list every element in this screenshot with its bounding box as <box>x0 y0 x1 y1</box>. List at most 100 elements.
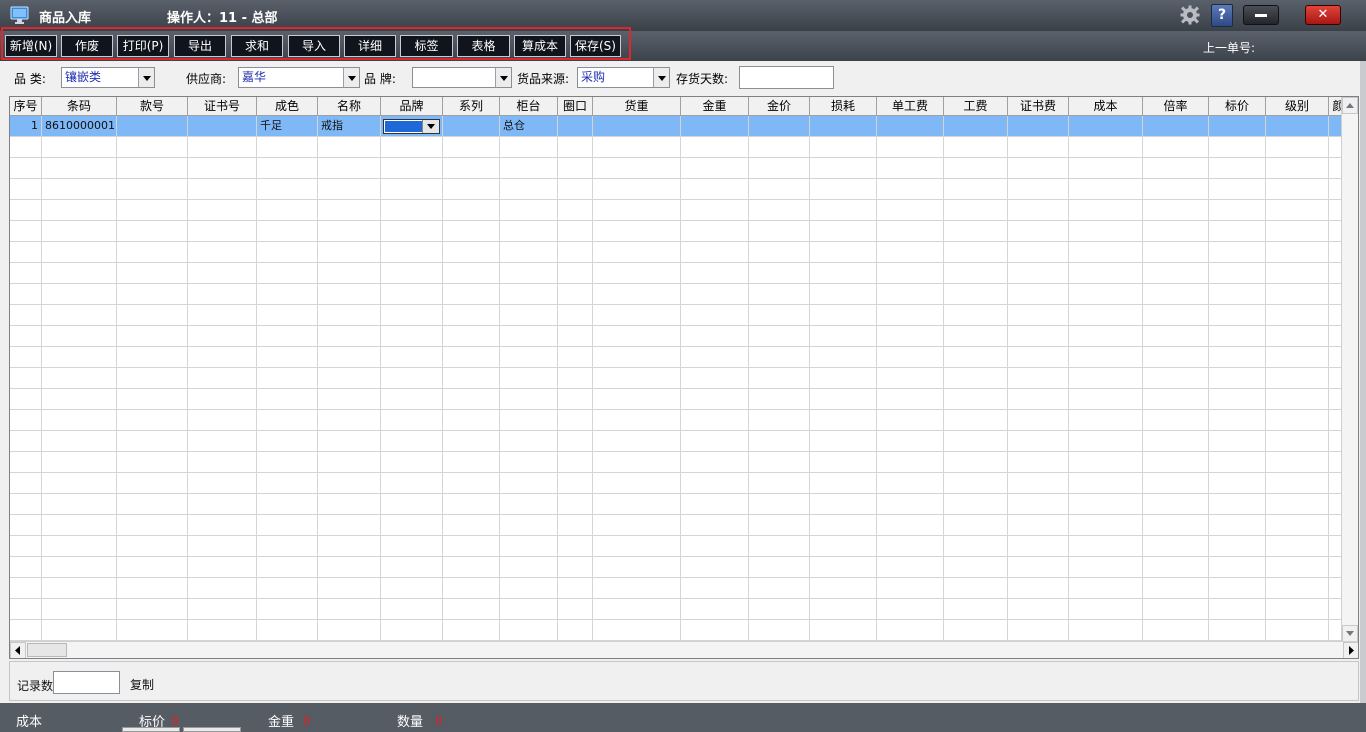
empty-cell[interactable] <box>593 431 681 452</box>
empty-cell[interactable] <box>749 200 810 221</box>
empty-cell[interactable] <box>877 158 944 179</box>
empty-cell[interactable] <box>117 263 188 284</box>
empty-cell[interactable] <box>257 326 318 347</box>
empty-cell[interactable] <box>188 305 257 326</box>
empty-cell[interactable] <box>558 305 593 326</box>
empty-cell[interactable] <box>1008 599 1069 620</box>
bottom-tab[interactable] <box>122 727 180 732</box>
empty-cell[interactable] <box>558 620 593 641</box>
empty-cell[interactable] <box>749 599 810 620</box>
empty-cell[interactable] <box>1069 620 1143 641</box>
empty-cell[interactable] <box>257 515 318 536</box>
empty-cell[interactable] <box>749 410 810 431</box>
empty-cell[interactable] <box>1209 242 1266 263</box>
empty-cell[interactable] <box>188 473 257 494</box>
empty-cell[interactable] <box>1069 284 1143 305</box>
empty-cell[interactable] <box>810 452 877 473</box>
empty-cell[interactable] <box>10 578 42 599</box>
empty-cell[interactable] <box>749 515 810 536</box>
empty-cell[interactable] <box>443 347 500 368</box>
empty-cell[interactable] <box>257 200 318 221</box>
empty-cell[interactable] <box>1008 452 1069 473</box>
brand-cell-select[interactable] <box>383 119 440 134</box>
empty-cell[interactable] <box>749 494 810 515</box>
empty-cell[interactable] <box>1069 389 1143 410</box>
empty-cell[interactable] <box>749 347 810 368</box>
empty-cell[interactable] <box>443 389 500 410</box>
empty-cell[interactable] <box>558 536 593 557</box>
empty-cell[interactable] <box>558 179 593 200</box>
empty-cell[interactable] <box>877 452 944 473</box>
empty-cell[interactable] <box>10 263 42 284</box>
empty-cell[interactable] <box>1209 431 1266 452</box>
empty-cell[interactable] <box>188 599 257 620</box>
empty-cell[interactable] <box>877 515 944 536</box>
empty-cell[interactable] <box>593 536 681 557</box>
empty-cell[interactable] <box>810 368 877 389</box>
empty-cell[interactable] <box>593 263 681 284</box>
empty-cell[interactable] <box>1008 200 1069 221</box>
empty-cell[interactable] <box>117 389 188 410</box>
column-header[interactable]: 证书号 <box>188 97 257 116</box>
empty-cell[interactable] <box>42 179 117 200</box>
empty-cell[interactable] <box>1143 536 1209 557</box>
empty-cell[interactable] <box>443 158 500 179</box>
empty-cell[interactable] <box>1008 137 1069 158</box>
empty-cell[interactable] <box>1069 179 1143 200</box>
empty-cell[interactable] <box>257 284 318 305</box>
empty-cell[interactable] <box>381 263 443 284</box>
empty-cell[interactable] <box>1143 242 1209 263</box>
table-cell[interactable]: 8610000001 <box>42 116 117 137</box>
empty-cell[interactable] <box>10 200 42 221</box>
table-cell[interactable] <box>1143 116 1209 137</box>
empty-cell[interactable] <box>381 578 443 599</box>
empty-cell[interactable] <box>1008 305 1069 326</box>
empty-cell[interactable] <box>593 179 681 200</box>
empty-cell[interactable] <box>500 452 558 473</box>
chevron-down-icon[interactable] <box>653 68 669 87</box>
empty-cell[interactable] <box>381 326 443 347</box>
empty-cell[interactable] <box>500 494 558 515</box>
empty-cell[interactable] <box>117 284 188 305</box>
empty-cell[interactable] <box>944 221 1008 242</box>
empty-cell[interactable] <box>944 284 1008 305</box>
column-header[interactable]: 级别 <box>1266 97 1329 116</box>
empty-cell[interactable] <box>1143 431 1209 452</box>
empty-cell[interactable] <box>810 137 877 158</box>
empty-cell[interactable] <box>749 242 810 263</box>
empty-cell[interactable] <box>257 620 318 641</box>
supplier-select[interactable]: 嘉华 <box>238 67 360 88</box>
empty-cell[interactable] <box>117 305 188 326</box>
empty-cell[interactable] <box>558 494 593 515</box>
empty-cell[interactable] <box>558 347 593 368</box>
empty-cell[interactable] <box>944 599 1008 620</box>
empty-cell[interactable] <box>944 473 1008 494</box>
empty-cell[interactable] <box>749 452 810 473</box>
empty-cell[interactable] <box>318 158 381 179</box>
empty-cell[interactable] <box>810 284 877 305</box>
column-header[interactable]: 成本 <box>1069 97 1143 116</box>
empty-cell[interactable] <box>593 599 681 620</box>
empty-cell[interactable] <box>749 431 810 452</box>
empty-cell[interactable] <box>381 473 443 494</box>
empty-cell[interactable] <box>681 242 749 263</box>
empty-cell[interactable] <box>381 137 443 158</box>
empty-cell[interactable] <box>749 326 810 347</box>
empty-cell[interactable] <box>1266 347 1329 368</box>
scroll-left-button[interactable] <box>10 642 26 658</box>
table-cell[interactable]: 千足 <box>257 116 318 137</box>
records-input[interactable] <box>53 671 120 694</box>
empty-cell[interactable] <box>1209 578 1266 599</box>
empty-cell[interactable] <box>810 389 877 410</box>
scroll-right-button[interactable] <box>1343 642 1358 658</box>
empty-cell[interactable] <box>42 536 117 557</box>
empty-cell[interactable] <box>10 158 42 179</box>
empty-cell[interactable] <box>1143 410 1209 431</box>
empty-cell[interactable] <box>1209 347 1266 368</box>
empty-cell[interactable] <box>257 431 318 452</box>
empty-cell[interactable] <box>1266 179 1329 200</box>
empty-cell[interactable] <box>593 284 681 305</box>
empty-cell[interactable] <box>944 557 1008 578</box>
empty-cell[interactable] <box>257 137 318 158</box>
empty-cell[interactable] <box>1143 494 1209 515</box>
